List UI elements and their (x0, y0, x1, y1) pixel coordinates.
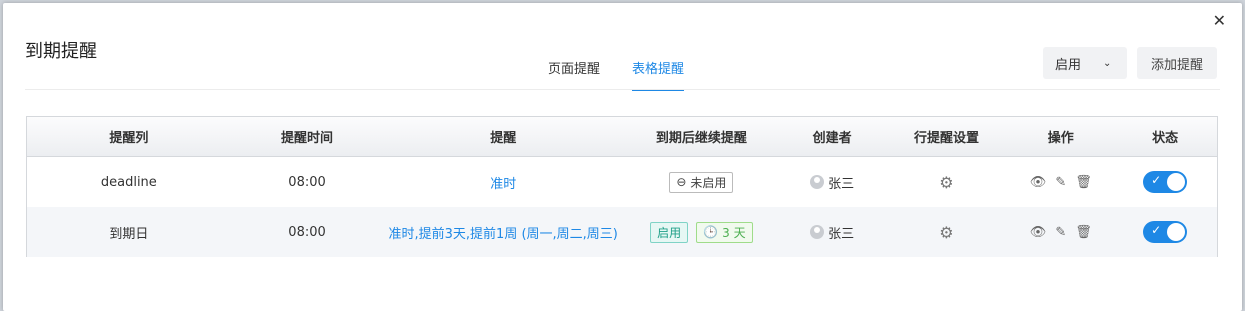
avatar (810, 225, 825, 239)
row-time: 08:00 (288, 174, 326, 190)
delete-icon[interactable]: 🗑 (1075, 175, 1092, 190)
header-divider (25, 89, 1220, 90)
edit-icon[interactable]: ✎ (1055, 175, 1066, 190)
header-creator: 创建者 (812, 131, 852, 146)
row-reminder[interactable]: 准时 (383, 157, 623, 207)
table-header: 提醒列 提醒时间 提醒 到期后继续提醒 创建者 行提醒设置 操作 状态 (27, 117, 1217, 157)
days-tag-label: 3 天 (722, 225, 746, 240)
tab-table-reminder[interactable]: 表格提醒 (632, 58, 685, 91)
dialog-title: 到期提醒 (25, 41, 97, 62)
chevron-down-icon: ⌄ (1103, 57, 1112, 69)
view-icon[interactable]: 👁 (1030, 175, 1047, 190)
creator-name: 张三 (828, 176, 855, 192)
add-reminder-button[interactable]: 添加提醒 (1137, 47, 1217, 79)
row-creator: 张三 (780, 157, 885, 207)
status-toggle[interactable]: ✓ (1143, 221, 1188, 243)
row-continue: 启用 🕒 3 天 (623, 207, 780, 257)
row-continue: ⊖ 未启用 (623, 157, 780, 207)
edit-icon[interactable]: ✎ (1055, 225, 1066, 240)
reminder-dialog: ✕ 到期提醒 页面提醒 表格提醒 启用 ⌄ 添加提醒 提醒列 提醒时间 提醒 到… (3, 3, 1242, 311)
check-icon: ✓ (1151, 173, 1162, 187)
row-actions: 👁 ✎ 🗑 (1008, 157, 1113, 207)
row-settings: ⚙ (885, 207, 1009, 257)
toggle-knob (1167, 173, 1186, 191)
reminder-table: 提醒列 提醒时间 提醒 到期后继续提醒 创建者 行提醒设置 操作 状态 dead… (26, 116, 1218, 257)
delete-icon[interactable]: 🗑 (1075, 225, 1092, 240)
header-column: 提醒列 (109, 131, 149, 146)
tab-bar: 页面提醒 表格提醒 (548, 58, 685, 91)
view-icon[interactable]: 👁 (1030, 225, 1047, 240)
row-reminder[interactable]: 准时,提前3天,提前1周 (周一,周二,周三) (383, 207, 623, 257)
days-tag[interactable]: 🕒 3 天 (696, 221, 753, 243)
header-status: 状态 (1152, 131, 1179, 146)
header-time: 提醒时间 (281, 131, 334, 146)
enable-dropdown-label: 启用 (1055, 57, 1082, 73)
table-row: deadline 08:00 准时 ⊖ 未启用 张三 ⚙ 👁 ✎ 🗑 ✓ (27, 157, 1217, 207)
row-settings: ⚙ (885, 157, 1009, 207)
enabled-tag[interactable]: 启用 (650, 221, 689, 243)
tab-page-reminder[interactable]: 页面提醒 (548, 58, 600, 91)
header-actions: 操作 (1047, 131, 1074, 146)
status-toggle[interactable]: ✓ (1143, 171, 1188, 193)
row-status: ✓ (1113, 157, 1217, 207)
enable-dropdown[interactable]: 启用 ⌄ (1043, 47, 1127, 79)
row-column: 到期日 (109, 226, 149, 242)
header-continue: 到期后继续提醒 (655, 131, 747, 146)
header-reminder: 提醒 (490, 131, 517, 146)
row-status: ✓ (1113, 207, 1217, 257)
row-column: deadline (100, 174, 157, 190)
disabled-tag[interactable]: ⊖ 未启用 (669, 171, 734, 193)
gear-icon[interactable]: ⚙ (939, 173, 953, 192)
gear-icon[interactable]: ⚙ (939, 223, 953, 242)
table-row: 到期日 08:00 准时,提前3天,提前1周 (周一,周二,周三) 启用 🕒 3… (27, 207, 1217, 257)
disabled-tag-label: 未启用 (690, 175, 727, 190)
creator-name: 张三 (828, 226, 855, 242)
check-icon: ✓ (1151, 223, 1162, 237)
clock-icon: 🕒 (703, 225, 719, 239)
row-time: 08:00 (288, 224, 326, 240)
header-row-settings: 行提醒设置 (913, 131, 979, 146)
avatar (810, 175, 825, 189)
toggle-knob (1167, 223, 1186, 241)
row-creator: 张三 (780, 207, 885, 257)
row-actions: 👁 ✎ 🗑 (1008, 207, 1113, 257)
minus-circle-icon: ⊖ (676, 175, 687, 189)
close-icon[interactable]: ✕ (1213, 13, 1226, 29)
